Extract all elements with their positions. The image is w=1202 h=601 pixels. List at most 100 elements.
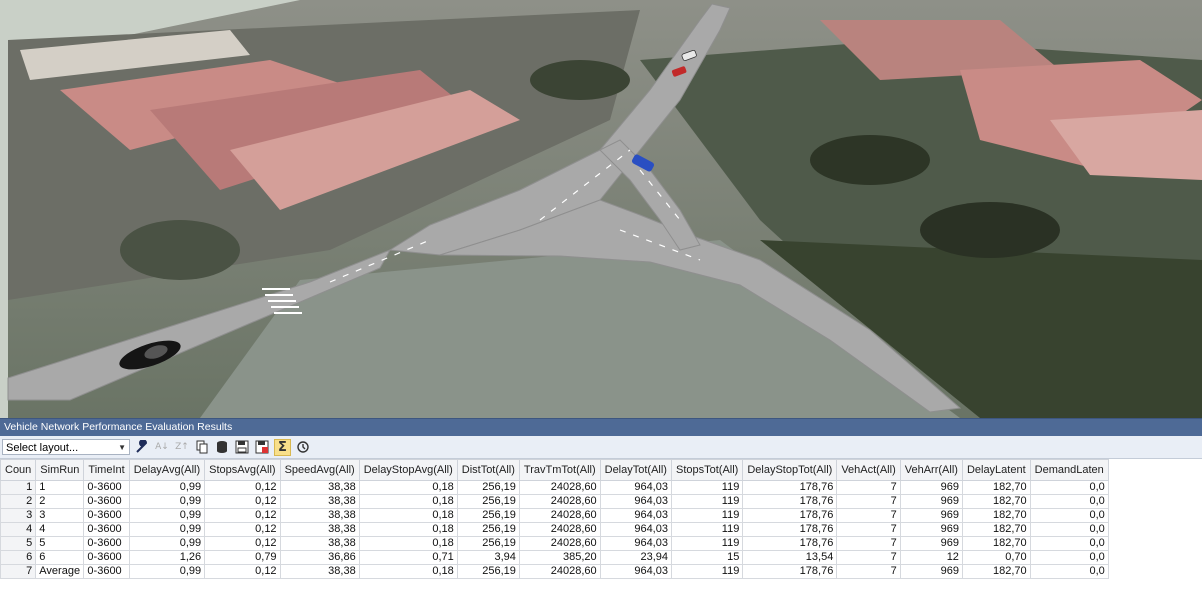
table-cell: 0,79 — [204, 550, 281, 565]
column-header[interactable]: SimRun — [35, 459, 85, 481]
table-cell: 178,76 — [742, 564, 838, 579]
table-cell: 0,12 — [204, 494, 281, 509]
column-header[interactable]: DelayStopTot(All) — [742, 459, 838, 481]
sort-ascending-icon[interactable]: A↓ — [154, 439, 170, 455]
sum-icon[interactable]: Σ — [274, 438, 291, 456]
table-row[interactable]: 2 2 0-3600 0,99 0,12 38,38 0,18 256,19 24028,60 9… — [0, 494, 1109, 509]
table-cell: 969 — [899, 522, 963, 537]
table-row[interactable]: 7 Average 0-3600 0,99 0,12 38,38 0,18 256,19 240… — [0, 564, 1109, 579]
table-cell: 38,38 — [279, 494, 360, 509]
column-header[interactable]: StopsTot(All) — [670, 459, 744, 481]
column-header[interactable]: DelayLatent — [961, 459, 1031, 481]
table-cell: 7 — [836, 536, 901, 551]
chevron-down-icon[interactable]: ▼ — [118, 440, 126, 456]
table-cell: 6 — [0, 550, 37, 565]
table-cell: Average — [35, 564, 85, 579]
table-cell: 0,70 — [961, 550, 1031, 565]
simulation-3d-view[interactable] — [0, 0, 1202, 418]
column-header[interactable]: DemandLaten — [1029, 459, 1109, 481]
layout-select[interactable]: Select layout... ▼ — [2, 439, 130, 455]
table-cell: 7 — [836, 494, 901, 509]
wrench-icon[interactable] — [134, 439, 150, 455]
table-cell: 4 — [0, 522, 37, 537]
table-cell: 0,12 — [204, 508, 281, 523]
results-grid[interactable]: Coun SimRun TimeInt DelayAvg(All) StopsAvg(A… — [0, 459, 1202, 579]
table-cell: 964,03 — [599, 522, 672, 537]
table-row[interactable]: 1 1 0-3600 0,99 0,12 38,38 0,18 256,19 24028,60 9… — [0, 480, 1109, 495]
table-cell: 0,18 — [358, 564, 458, 579]
table-cell: 0,18 — [358, 494, 458, 509]
table-cell: 385,20 — [518, 550, 601, 565]
table-cell: 0,12 — [204, 536, 281, 551]
table-cell: 38,38 — [279, 508, 360, 523]
column-header[interactable]: Coun — [0, 459, 37, 481]
table-row[interactable]: 6 6 0-3600 1,26 0,79 36,86 0,71 3,94 385,20 23,94… — [0, 550, 1109, 565]
table-cell: 36,86 — [279, 550, 360, 565]
table-row[interactable]: 3 3 0-3600 0,99 0,12 38,38 0,18 256,19 24028,60 9… — [0, 508, 1109, 523]
table-cell: 0,71 — [358, 550, 458, 565]
table-cell: 0,0 — [1029, 508, 1109, 523]
table-cell: 38,38 — [279, 536, 360, 551]
table-cell: 964,03 — [599, 480, 672, 495]
column-header[interactable]: TimeInt — [83, 459, 130, 481]
column-header[interactable]: DelayTot(All) — [599, 459, 672, 481]
column-header[interactable]: StopsAvg(All) — [204, 459, 281, 481]
table-cell: 0-3600 — [83, 494, 130, 509]
table-cell: 3,94 — [456, 550, 520, 565]
database-icon[interactable] — [214, 439, 230, 455]
table-cell: 0,0 — [1029, 564, 1109, 579]
column-header[interactable]: DistTot(All) — [456, 459, 520, 481]
table-cell: 7 — [0, 564, 37, 579]
table-cell: 119 — [670, 494, 744, 509]
table-cell: 0,18 — [358, 522, 458, 537]
table-cell: 0,0 — [1029, 494, 1109, 509]
column-header[interactable]: TravTmTot(All) — [518, 459, 601, 481]
column-header[interactable]: DelayAvg(All) — [128, 459, 206, 481]
table-cell: 15 — [670, 550, 744, 565]
column-header[interactable]: DelayStopAvg(All) — [358, 459, 458, 481]
table-cell: 969 — [899, 494, 963, 509]
table-cell: 0,99 — [128, 536, 206, 551]
table-cell: 7 — [836, 522, 901, 537]
table-cell: 0-3600 — [83, 536, 130, 551]
results-toolbar: Select layout... ▼ A↓ Z↑ Σ — [0, 436, 1202, 459]
table-cell: 6 — [35, 550, 85, 565]
copy-icon[interactable] — [194, 439, 210, 455]
sort-descending-icon[interactable]: Z↑ — [174, 439, 190, 455]
table-cell: 969 — [899, 480, 963, 495]
table-cell: 0-3600 — [83, 564, 130, 579]
table-cell: 13,54 — [742, 550, 838, 565]
table-cell: 178,76 — [742, 508, 838, 523]
column-header[interactable]: VehAct(All) — [836, 459, 901, 481]
table-cell: 969 — [899, 508, 963, 523]
table-cell: 23,94 — [599, 550, 672, 565]
table-cell: 0,12 — [204, 522, 281, 537]
table-cell: 178,76 — [742, 536, 838, 551]
table-cell: 119 — [670, 480, 744, 495]
table-cell: 0,0 — [1029, 536, 1109, 551]
table-cell: 0,18 — [358, 480, 458, 495]
column-header[interactable]: SpeedAvg(All) — [279, 459, 360, 481]
table-cell: 38,38 — [279, 564, 360, 579]
table-cell: 964,03 — [599, 494, 672, 509]
table-cell: 964,03 — [599, 536, 672, 551]
table-cell: 182,70 — [961, 494, 1031, 509]
save-as-icon[interactable] — [254, 439, 270, 455]
panel-title: Vehicle Network Performance Evaluation R… — [0, 418, 1202, 436]
table-cell: 7 — [836, 480, 901, 495]
table-cell: 119 — [670, 522, 744, 537]
table-cell: 969 — [899, 536, 963, 551]
history-icon[interactable] — [295, 439, 311, 455]
table-cell: 7 — [836, 508, 901, 523]
aerial-map-scene — [0, 0, 1202, 418]
table-cell: 1 — [0, 480, 37, 495]
table-row[interactable]: 4 4 0-3600 0,99 0,12 38,38 0,18 256,19 24028,60 9… — [0, 522, 1109, 537]
table-cell: 38,38 — [279, 522, 360, 537]
table-cell: 182,70 — [961, 536, 1031, 551]
table-cell: 7 — [836, 564, 901, 579]
column-header[interactable]: VehArr(All) — [899, 459, 963, 481]
save-icon[interactable] — [234, 439, 250, 455]
table-header-row: Coun SimRun TimeInt DelayAvg(All) StopsAvg(A… — [0, 459, 1109, 481]
table-cell: 119 — [670, 564, 744, 579]
table-row[interactable]: 5 5 0-3600 0,99 0,12 38,38 0,18 256,19 24028,60 9… — [0, 536, 1109, 551]
